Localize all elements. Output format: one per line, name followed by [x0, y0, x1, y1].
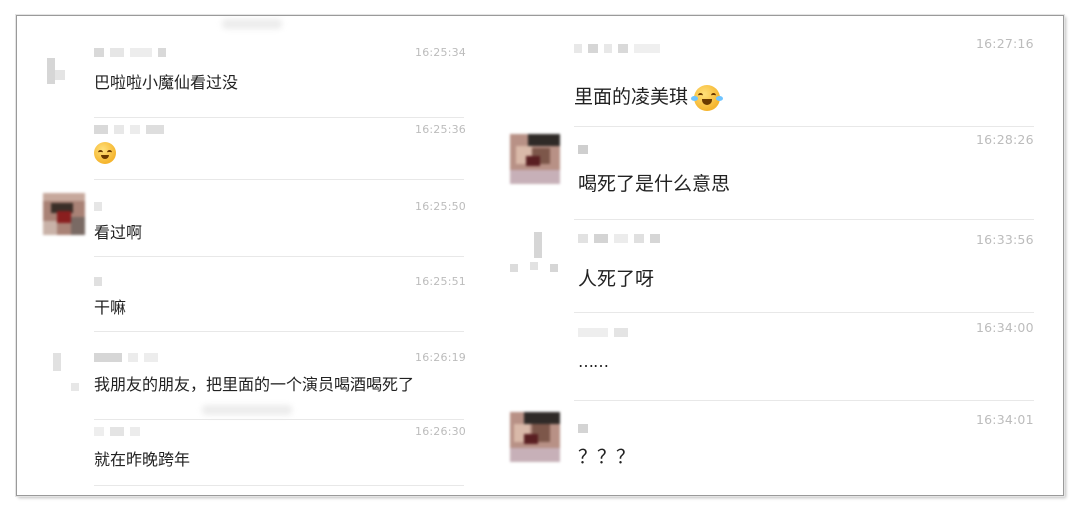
sender-name — [94, 275, 102, 287]
message-time: 16:26:30 — [415, 425, 467, 438]
message-time: 16:25:51 — [415, 275, 467, 288]
message-text[interactable]: 人死了呀 — [578, 264, 654, 291]
message-text-content: 里面的凌美琪 — [574, 86, 689, 108]
message-time: 16:25:34 — [415, 46, 467, 59]
chat-screenshot: 16:25:34 巴啦啦小魔仙看过没 16:25:36 16:25:50 看过啊… — [16, 15, 1064, 496]
message-time: 16:34:01 — [976, 412, 1034, 427]
separator — [94, 419, 464, 420]
message-text[interactable]: 干嘛 — [94, 294, 126, 318]
message-text[interactable]: …… — [578, 352, 609, 371]
message-text[interactable]: 里面的凌美琪 — [574, 82, 724, 111]
avatar[interactable] — [510, 134, 560, 184]
message-text[interactable]: 看过啊 — [94, 219, 142, 243]
message-time: 16:34:00 — [976, 320, 1034, 335]
separator — [574, 126, 1034, 127]
sender-name — [94, 351, 158, 363]
sender-name — [94, 200, 102, 212]
message-text[interactable]: 喝死了是什么意思 — [578, 169, 730, 196]
avatar[interactable] — [43, 193, 85, 235]
separator — [574, 219, 1034, 220]
avatar[interactable] — [45, 52, 75, 92]
sender-name — [574, 42, 660, 54]
separator — [94, 331, 464, 332]
message-time: 16:28:26 — [976, 132, 1034, 147]
laughing-tears-emoji-icon — [691, 84, 724, 111]
separator — [94, 179, 464, 180]
separator — [574, 400, 1034, 401]
avatar[interactable] — [510, 232, 560, 278]
sender-name — [578, 326, 628, 338]
message-time: 16:25:36 — [415, 123, 467, 136]
sender-name — [94, 425, 140, 437]
sender-name — [94, 123, 164, 135]
message-time: 16:25:50 — [415, 200, 467, 213]
message-time: 16:33:56 — [976, 232, 1034, 247]
message-time: 16:26:19 — [415, 351, 467, 364]
message-text[interactable]: 巴啦啦小魔仙看过没 — [94, 69, 238, 93]
avatar[interactable] — [510, 412, 560, 462]
message-text[interactable]: ？？？ — [578, 442, 635, 469]
separator — [574, 312, 1034, 313]
separator — [94, 485, 464, 486]
dizzy-face-emoji-icon — [94, 142, 116, 164]
message-time: 16:27:16 — [976, 36, 1034, 51]
message-text[interactable] — [94, 142, 116, 164]
separator — [94, 117, 464, 118]
avatar[interactable] — [47, 351, 87, 395]
sender-name — [94, 46, 166, 58]
message-text[interactable]: 我朋友的朋友，把里面的一个演员喝酒喝死了 — [94, 371, 414, 395]
sender-name — [578, 232, 660, 244]
message-text[interactable]: 就在昨晚跨年 — [94, 446, 190, 470]
sender-name — [578, 143, 588, 155]
sender-name — [578, 422, 588, 434]
separator — [94, 256, 464, 257]
